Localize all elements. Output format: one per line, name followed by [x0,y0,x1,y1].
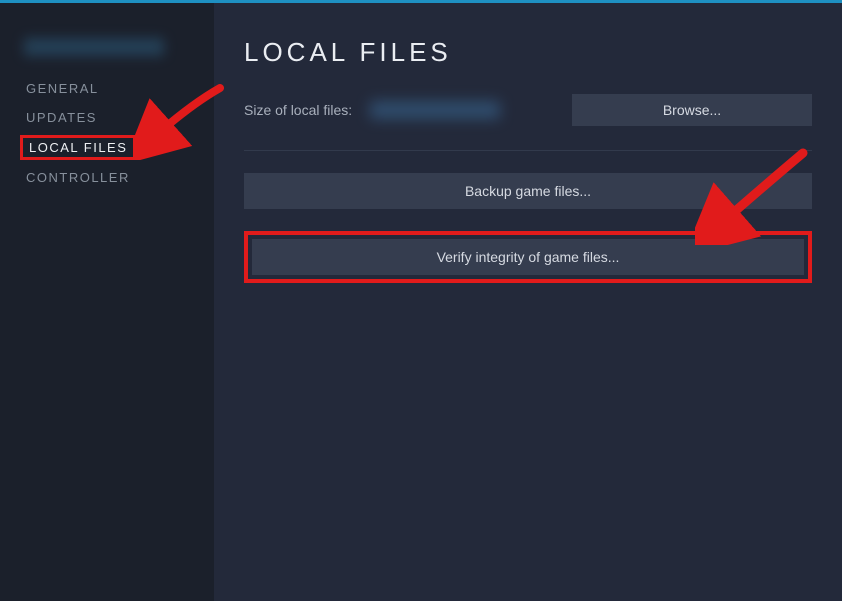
sidebar-item-updates[interactable]: UPDATES [0,103,214,132]
backup-button[interactable]: Backup game files... [244,173,812,209]
browse-button[interactable]: Browse... [572,94,812,126]
verify-integrity-button[interactable]: Verify integrity of game files... [252,239,804,275]
sidebar-item-local-files[interactable]: LOCAL FILES [20,135,136,160]
size-value-redacted [370,101,500,119]
page-title: LOCAL FILES [244,37,812,68]
sidebar: GENERAL UPDATES LOCAL FILES CONTROLLER [0,3,214,601]
size-row: Size of local files: Browse... [244,94,812,126]
verify-highlight-box: Verify integrity of game files... [244,231,812,283]
properties-window: GENERAL UPDATES LOCAL FILES CONTROLLER L… [0,0,842,601]
main-panel: LOCAL FILES Size of local files: Browse.… [214,3,842,601]
divider [244,150,812,151]
size-label: Size of local files: [244,102,352,118]
sidebar-item-controller[interactable]: CONTROLLER [0,163,214,192]
game-title-redacted [24,38,164,56]
sidebar-item-general[interactable]: GENERAL [0,74,214,103]
